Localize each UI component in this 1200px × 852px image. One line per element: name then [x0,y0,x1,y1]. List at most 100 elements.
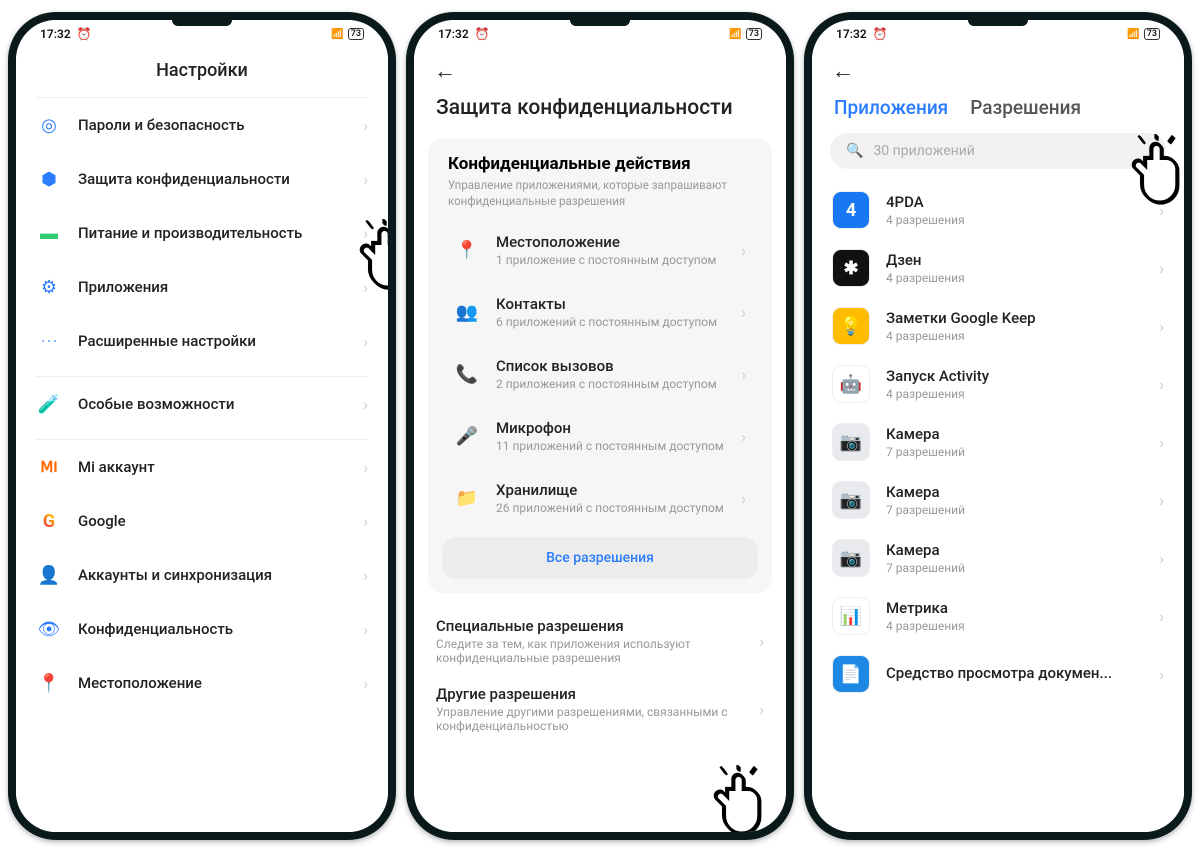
row-calllog-perm[interactable]: 📞 Список вызовов2 приложения с постоянны… [434,343,766,405]
row-accessibility[interactable]: 🧪 Особые возможности › [16,377,388,431]
app-icon: 4 [832,191,870,229]
app-row[interactable]: 📷 Камера 7 разрешений › [812,471,1184,529]
chevron-right-icon: › [1159,375,1164,394]
row-advanced[interactable]: ⋯ Расширенные настройки › [16,314,388,368]
chevron-right-icon: › [1159,259,1164,278]
page-title: Настройки [16,48,388,97]
chevron-right-icon: › [363,395,368,414]
back-button[interactable]: ← [832,59,854,84]
search-placeholder: 30 приложений [873,143,974,159]
person-icon: 👤 [36,562,62,588]
phone-3: 17:32⏰ 📶73 ← Приложения Разрешения 🔍 30 … [804,12,1192,840]
tab-apps[interactable]: Приложения [834,96,948,119]
status-bar: 17:32 ⏰ 📶 73 [16,20,388,48]
app-icon: 📷 [832,481,870,519]
chevron-right-icon: › [741,365,746,384]
signal-icon: 📶 [729,29,741,40]
app-row[interactable]: 📷 Камера 7 разрешений › [812,529,1184,587]
row-contacts-perm[interactable]: 👥 Контакты6 приложений с постоянным дост… [434,281,766,343]
contacts-icon: 👥 [454,299,480,325]
card-subtitle: Управление приложениями, которые запраши… [434,178,766,219]
chevron-right-icon: › [1159,433,1164,452]
row-privacy[interactable]: ⬢ Защита конфиденциальности › [16,152,388,206]
alarm-icon: ⏰ [475,27,490,41]
status-bar: 17:32⏰ 📶73 [414,20,786,48]
app-sub: 7 разрешений [886,445,1143,459]
app-icon: 📊 [832,597,870,635]
app-row[interactable]: ✱ Дзен 4 разрешения › [812,239,1184,297]
row-sync[interactable]: 👤 Аккаунты и синхронизация › [16,548,388,602]
row-power[interactable]: ▬ Питание и производительность › [16,206,388,260]
app-label: Метрика [886,599,1143,617]
chevron-right-icon: › [1159,317,1164,336]
chevron-right-icon: › [363,674,368,693]
mi-icon: ⅯI [36,454,62,480]
app-label: Заметки Google Keep [886,309,1143,327]
row-mic-perm[interactable]: 🎤 Микрофон11 приложений с постоянным дос… [434,405,766,467]
google-icon: G [36,508,62,534]
shield-icon: ⬢ [36,166,62,192]
app-label: Запуск Activity [886,367,1143,385]
chevron-right-icon: › [363,170,368,189]
phone-2: 17:32⏰ 📶73 ← Защита конфиденциальности К… [406,12,794,840]
row-storage-perm[interactable]: 📁 Хранилище26 приложений с постоянным до… [434,467,766,529]
chevron-right-icon: › [363,566,368,585]
call-icon: 📞 [454,361,480,387]
app-row[interactable]: 🤖 Запуск Activity 4 разрешения › [812,355,1184,413]
battery-icon: ▬ [36,220,62,246]
battery-icon: 73 [746,28,762,40]
row-mi-account[interactable]: ⅯI Mi аккаунт › [16,440,388,494]
location-icon: 📍 [454,237,480,263]
alarm-icon: ⏰ [77,27,92,41]
app-sub: 4 разрешения [886,271,1143,285]
chevron-right-icon: › [363,512,368,531]
row-apps[interactable]: ⚙ Приложения › [16,260,388,314]
signal-icon: 📶 [1127,29,1139,40]
chevron-right-icon: › [363,278,368,297]
battery-icon: 73 [348,28,364,40]
app-icon: 📄 [832,655,870,693]
app-icon: 📷 [832,539,870,577]
app-label: Камера [886,541,1143,559]
all-permissions-button[interactable]: Все разрешения [442,537,758,579]
row-location-perm[interactable]: 📍 Местоположение1 приложение с постоянны… [434,219,766,281]
gear-icon: ⚙ [36,274,62,300]
app-icon: ✱ [832,249,870,287]
app-row[interactable]: 📄 Средство просмотра докумен... › [812,645,1184,703]
chevron-right-icon: › [1159,491,1164,510]
card-confidential: Конфиденциальные действия Управление при… [428,138,772,593]
app-icon: 📷 [832,423,870,461]
chevron-right-icon: › [363,116,368,135]
chevron-right-icon: › [741,303,746,322]
app-icon: 💡 [832,307,870,345]
search-input[interactable]: 🔍 30 приложений [830,133,1166,169]
app-sub: 4 разрешения [886,619,1143,633]
accessibility-icon: 🧪 [36,391,62,417]
pin-icon: 📍 [36,670,62,696]
row-location[interactable]: 📍 Местоположение › [16,656,388,710]
chevron-right-icon: › [363,620,368,639]
signal-icon: 📶 [331,29,343,40]
tab-permissions[interactable]: Разрешения [970,96,1081,119]
app-sub: 4 разрешения [886,329,1143,343]
page-title: Защита конфиденциальности [414,90,786,138]
app-row[interactable]: 4 4PDA 4 разрешения › [812,181,1184,239]
app-sub: 4 разрешения [886,387,1143,401]
row-other-perms[interactable]: Другие разрешенияУправление другими разр… [414,675,786,743]
app-sub: 4 разрешения [886,213,1143,227]
row-google[interactable]: G Google › [16,494,388,548]
row-special-perms[interactable]: Специальные разрешенияСледите за тем, ка… [414,607,786,675]
app-label: Дзен [886,251,1143,269]
row-confidentiality[interactable]: 👁 Конфиденциальность › [16,602,388,656]
chevron-right-icon: › [741,489,746,508]
app-row[interactable]: 📷 Камера 7 разрешений › [812,413,1184,471]
row-passwords[interactable]: ◎ Пароли и безопасность › [16,98,388,152]
app-sub: 7 разрешений [886,503,1143,517]
chevron-right-icon: › [759,700,764,719]
app-row[interactable]: 📊 Метрика 4 разрешения › [812,587,1184,645]
battery-icon: 73 [1144,28,1160,40]
back-button[interactable]: ← [434,59,456,84]
status-bar: 17:32⏰ 📶73 [812,20,1184,48]
chevron-right-icon: › [759,632,764,651]
app-row[interactable]: 💡 Заметки Google Keep 4 разрешения › [812,297,1184,355]
